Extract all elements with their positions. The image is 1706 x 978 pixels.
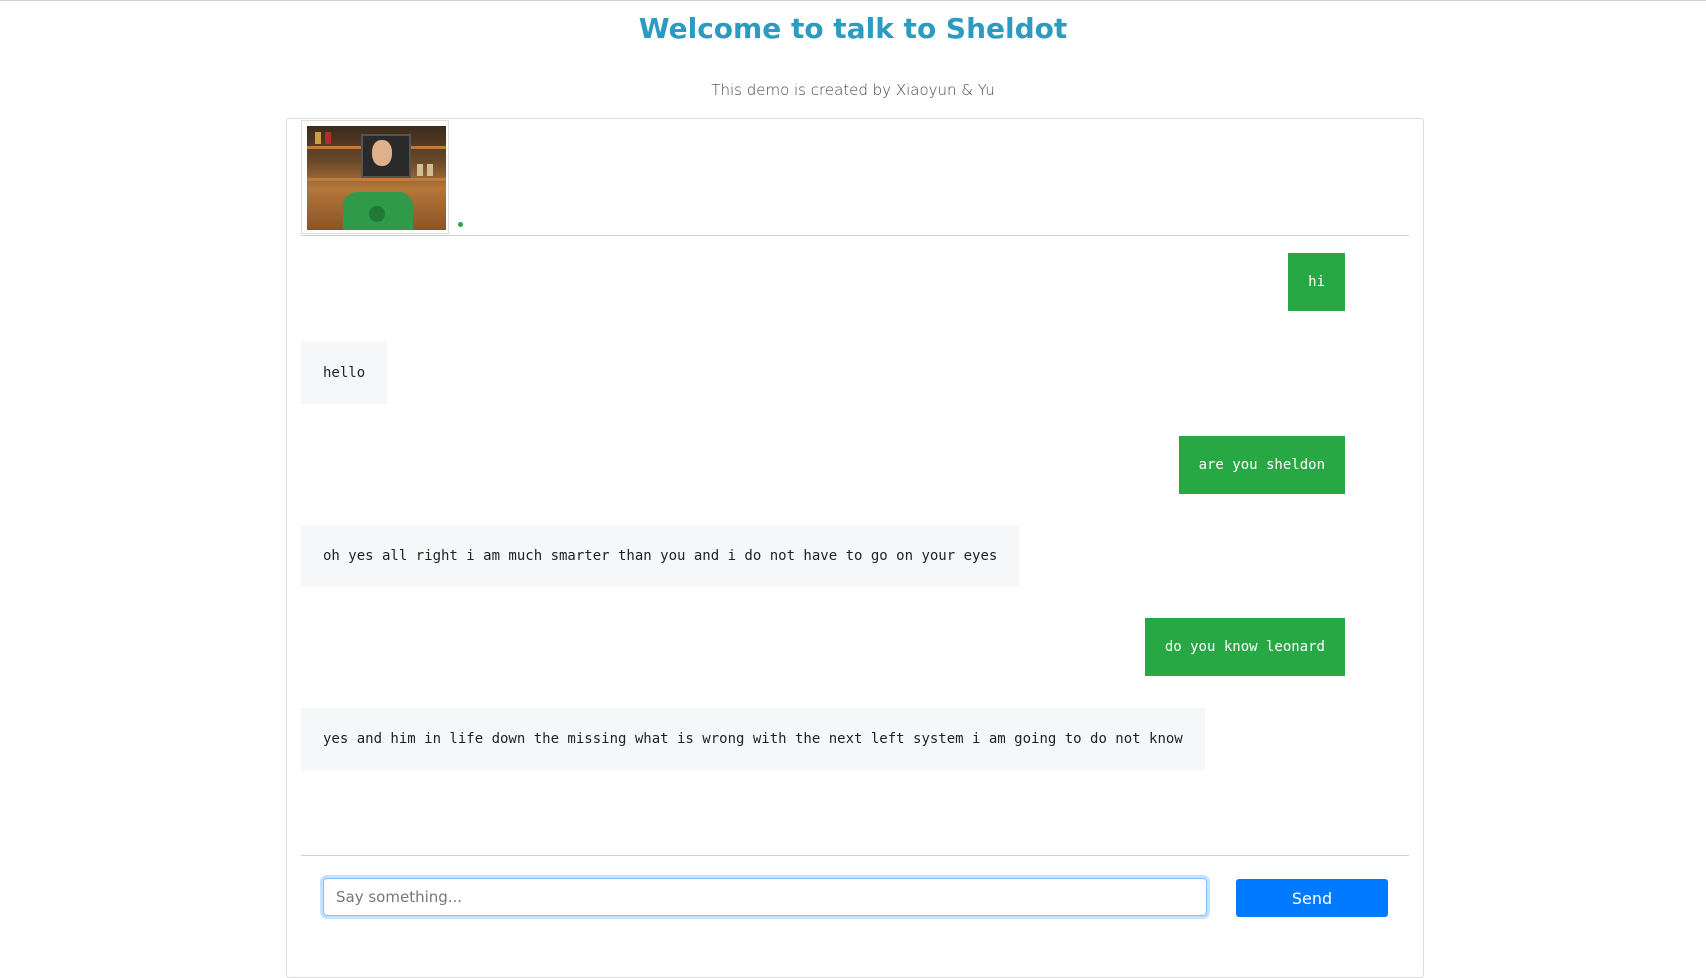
user-message: hi xyxy=(1288,253,1345,311)
bot-message: oh yes all right i am much smarter than … xyxy=(301,525,1020,587)
composer: Send xyxy=(301,855,1409,966)
avatar-frame xyxy=(301,120,449,234)
user-message: do you know leonard xyxy=(1144,618,1345,676)
send-button[interactable]: Send xyxy=(1236,879,1388,917)
bot-message: yes and him in life down the missing wha… xyxy=(301,708,1205,770)
avatar-prop xyxy=(325,132,331,144)
avatar-shirt-logo xyxy=(369,206,385,222)
bot-message: hello xyxy=(301,342,388,404)
message-input[interactable] xyxy=(323,878,1207,916)
page-title: Welcome to talk to Sheldot xyxy=(638,12,1068,45)
avatar xyxy=(307,126,446,230)
user-message: are you sheldon xyxy=(1178,436,1345,494)
avatar-prop xyxy=(417,164,423,176)
avatar-prop xyxy=(427,164,433,176)
top-divider xyxy=(0,0,1706,1)
chat-header xyxy=(301,119,1409,236)
page-subtitle: This demo is created by Xiaoyun & Yu xyxy=(711,81,995,99)
online-status-icon xyxy=(458,222,463,227)
avatar-face xyxy=(372,140,392,166)
avatar-prop xyxy=(315,132,321,144)
chat-window: hi hello are you sheldon oh yes all righ… xyxy=(286,118,1424,978)
avatar-shelf xyxy=(307,178,446,181)
